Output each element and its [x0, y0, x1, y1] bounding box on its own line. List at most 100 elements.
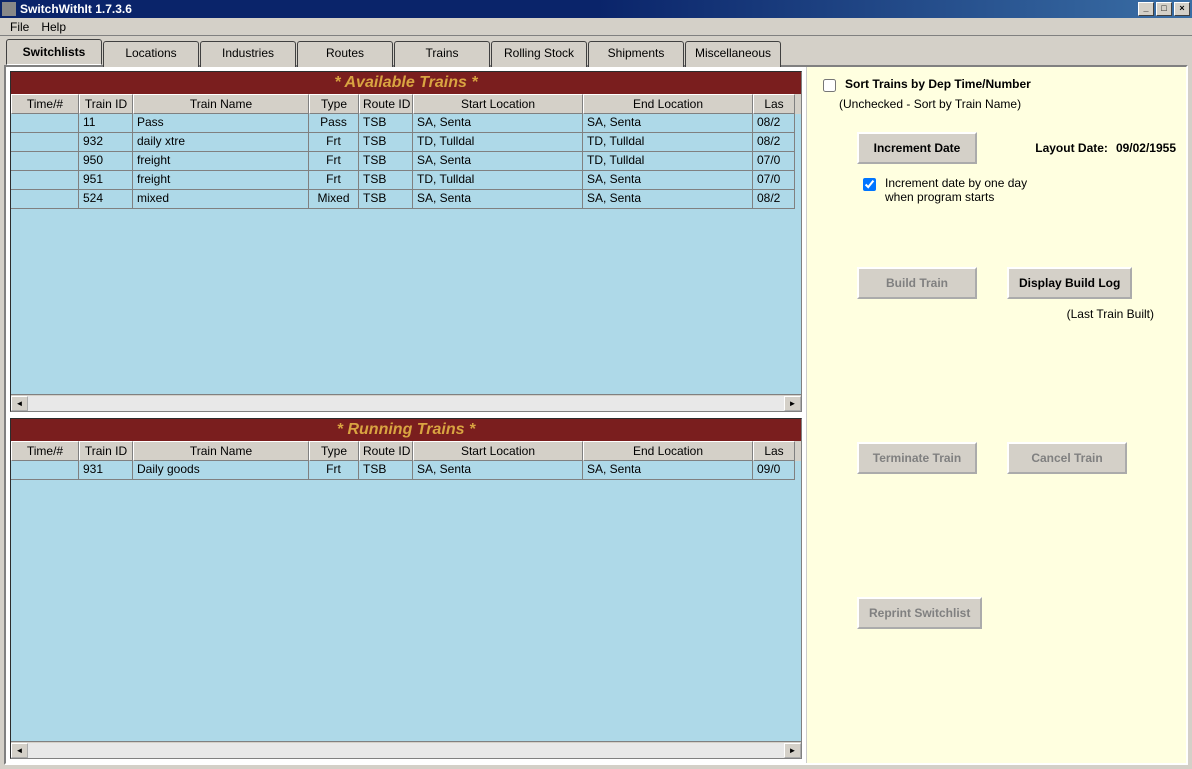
- cell: 08/2: [753, 114, 795, 133]
- col-route-id[interactable]: Route ID: [359, 94, 413, 114]
- minimize-button[interactable]: _: [1138, 2, 1154, 16]
- cell: SA, Senta: [413, 461, 583, 480]
- cell: TD, Tulldal: [413, 133, 583, 152]
- display-build-log-button[interactable]: Display Build Log: [1007, 267, 1132, 299]
- table-row[interactable]: 931Daily goodsFrtTSBSA, SentaSA, Senta09…: [11, 461, 801, 480]
- cell: 11: [79, 114, 133, 133]
- auto-increment-label-2: when program starts: [885, 190, 1027, 204]
- col-end-location[interactable]: End Location: [583, 94, 753, 114]
- cell: [11, 133, 79, 152]
- col-route-id[interactable]: Route ID: [359, 441, 413, 461]
- cell: TD, Tulldal: [583, 152, 753, 171]
- table-row[interactable]: 524mixedMixedTSBSA, SentaSA, Senta08/2: [11, 190, 801, 209]
- last-train-built-label: (Last Train Built): [1067, 307, 1154, 321]
- available-trains-grid: * Available Trains * Time/# Train ID Tra…: [10, 71, 802, 412]
- sort-by-time-checkbox[interactable]: [823, 79, 836, 92]
- tab-switchlists[interactable]: Switchlists: [6, 39, 102, 65]
- auto-increment-checkbox[interactable]: [863, 178, 876, 191]
- col-train-id[interactable]: Train ID: [79, 441, 133, 461]
- app-icon: [2, 2, 16, 16]
- col-train-id[interactable]: Train ID: [79, 94, 133, 114]
- cell: SA, Senta: [583, 114, 753, 133]
- scroll-right-icon[interactable]: ►: [784, 396, 801, 411]
- cell: TSB: [359, 171, 413, 190]
- cell: Pass: [309, 114, 359, 133]
- cell: 524: [79, 190, 133, 209]
- col-time[interactable]: Time/#: [11, 441, 79, 461]
- cell: daily xtre: [133, 133, 309, 152]
- col-train-name[interactable]: Train Name: [133, 94, 309, 114]
- running-hscroll[interactable]: ◄ ►: [11, 741, 801, 758]
- menubar: File Help: [0, 18, 1192, 36]
- col-start-location[interactable]: Start Location: [413, 441, 583, 461]
- cell: SA, Senta: [583, 461, 753, 480]
- close-button[interactable]: ×: [1174, 2, 1190, 16]
- menu-help[interactable]: Help: [35, 19, 72, 35]
- col-las[interactable]: Las: [753, 94, 795, 114]
- cell: 950: [79, 152, 133, 171]
- scroll-track[interactable]: [28, 743, 784, 758]
- menu-file[interactable]: File: [4, 19, 35, 35]
- reprint-switchlist-button[interactable]: Reprint Switchlist: [857, 597, 982, 629]
- tab-locations[interactable]: Locations: [103, 41, 199, 67]
- table-row[interactable]: 950freightFrtTSBSA, SentaTD, Tulldal07/0: [11, 152, 801, 171]
- cell: TSB: [359, 152, 413, 171]
- col-end-location[interactable]: End Location: [583, 441, 753, 461]
- cell: 07/0: [753, 171, 795, 190]
- tab-trains[interactable]: Trains: [394, 41, 490, 67]
- maximize-button[interactable]: □: [1156, 2, 1172, 16]
- cell: TSB: [359, 133, 413, 152]
- cancel-train-button[interactable]: Cancel Train: [1007, 442, 1127, 474]
- scroll-track[interactable]: [28, 396, 784, 411]
- cell: 08/2: [753, 190, 795, 209]
- table-row[interactable]: 11PassPassTSBSA, SentaSA, Senta08/2: [11, 114, 801, 133]
- cell: TSB: [359, 190, 413, 209]
- tab-industries[interactable]: Industries: [200, 41, 296, 67]
- cell: [11, 171, 79, 190]
- scroll-left-icon[interactable]: ◄: [11, 743, 28, 758]
- cell: 08/2: [753, 133, 795, 152]
- cell: 951: [79, 171, 133, 190]
- col-las[interactable]: Las: [753, 441, 795, 461]
- auto-increment-label-1: Increment date by one day: [885, 176, 1027, 190]
- table-row[interactable]: 951freightFrtTSBTD, TulldalSA, Senta07/0: [11, 171, 801, 190]
- cell: freight: [133, 152, 309, 171]
- layout-date-label: Layout Date:: [1035, 141, 1108, 155]
- cell: 07/0: [753, 152, 795, 171]
- col-time[interactable]: Time/#: [11, 94, 79, 114]
- build-train-button[interactable]: Build Train: [857, 267, 977, 299]
- sort-by-time-label: Sort Trains by Dep Time/Number: [845, 77, 1031, 91]
- col-type[interactable]: Type: [309, 441, 359, 461]
- cell: Pass: [133, 114, 309, 133]
- table-row[interactable]: 932daily xtreFrtTSBTD, TulldalTD, Tullda…: [11, 133, 801, 152]
- running-trains-grid: * Running Trains * Time/# Train ID Train…: [10, 418, 802, 759]
- tab-routes[interactable]: Routes: [297, 41, 393, 67]
- layout-date-value: 09/02/1955: [1116, 141, 1176, 155]
- cell: Frt: [309, 152, 359, 171]
- col-start-location[interactable]: Start Location: [413, 94, 583, 114]
- scroll-left-icon[interactable]: ◄: [11, 396, 28, 411]
- cell: Frt: [309, 133, 359, 152]
- controls-panel: Sort Trains by Dep Time/Number (Unchecke…: [806, 67, 1186, 763]
- scroll-right-icon[interactable]: ►: [784, 743, 801, 758]
- tab-rolling-stock[interactable]: Rolling Stock: [491, 41, 587, 67]
- cell: Frt: [309, 171, 359, 190]
- terminate-train-button[interactable]: Terminate Train: [857, 442, 977, 474]
- available-hscroll[interactable]: ◄ ►: [11, 394, 801, 411]
- cell: Daily goods: [133, 461, 309, 480]
- titlebar: SwitchWithIt 1.7.3.6 _ □ ×: [0, 0, 1192, 18]
- running-trains-title: * Running Trains *: [11, 419, 801, 441]
- col-type[interactable]: Type: [309, 94, 359, 114]
- available-trains-title: * Available Trains *: [11, 72, 801, 94]
- cell: [11, 114, 79, 133]
- cell: Mixed: [309, 190, 359, 209]
- col-train-name[interactable]: Train Name: [133, 441, 309, 461]
- increment-date-button[interactable]: Increment Date: [857, 132, 977, 164]
- cell: TSB: [359, 461, 413, 480]
- cell: 09/0: [753, 461, 795, 480]
- cell: 931: [79, 461, 133, 480]
- cell: [11, 190, 79, 209]
- tab-shipments[interactable]: Shipments: [588, 41, 684, 67]
- cell: Frt: [309, 461, 359, 480]
- tab-miscellaneous[interactable]: Miscellaneous: [685, 41, 781, 67]
